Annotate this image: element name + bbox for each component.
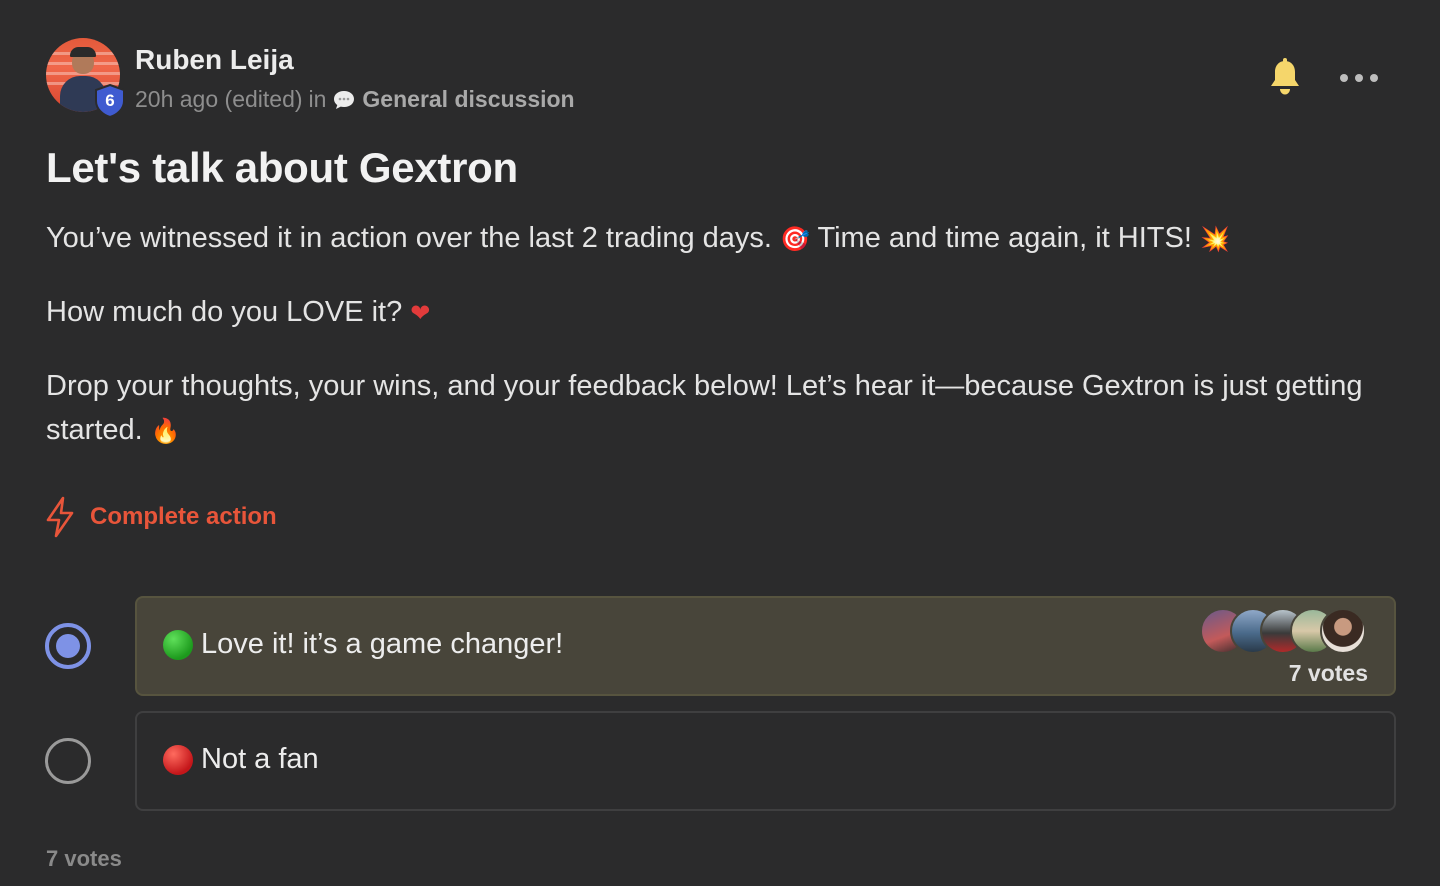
poll-radio-option-1[interactable] (45, 623, 91, 669)
post-time: 20h ago (edited) (135, 86, 303, 112)
poll-radio-option-2[interactable] (45, 738, 91, 784)
complete-action-label: Complete action (90, 503, 277, 530)
target-emoji-icon: 🎯 (780, 225, 810, 253)
voter-avatars[interactable] (1200, 608, 1370, 654)
poll-option-2[interactable]: Not a fan (135, 711, 1396, 811)
author-name[interactable]: Ruben Leija (135, 44, 294, 76)
lightning-bolt-icon (46, 496, 74, 538)
post-paragraph-1: You’ve witnessed it in action over the l… (46, 222, 1230, 254)
poll-option-1-votes: 7 votes (1288, 660, 1368, 686)
red-circle-icon (163, 744, 193, 775)
post-title: Let's talk about Gextron (46, 144, 518, 191)
author-avatar[interactable]: 6 (46, 38, 125, 118)
in-label: in (308, 86, 327, 112)
post-meta: 20h ago (edited) in General discussion (135, 86, 575, 113)
heart-emoji-icon: ❤ (410, 299, 431, 327)
more-options-icon[interactable] (1340, 66, 1378, 90)
poll-option-2-label: Not a fan (163, 743, 319, 776)
poll-option-1[interactable]: Love it! it’s a game changer! 7 votes (135, 596, 1396, 696)
bell-icon[interactable] (1268, 58, 1302, 98)
voter-avatar (1320, 608, 1366, 654)
level-badge: 6 (94, 84, 126, 118)
collision-emoji-icon: 💥 (1199, 225, 1230, 253)
fire-emoji-icon: 🔥 (150, 417, 181, 445)
level-badge-number: 6 (105, 91, 115, 110)
post-paragraph-2: How much do you LOVE it? ❤ (46, 296, 431, 328)
green-circle-icon (163, 629, 193, 660)
channel-link[interactable]: General discussion (332, 86, 575, 113)
complete-action-button[interactable]: Complete action (44, 496, 277, 538)
post-card: 6 Ruben Leija 20h ago (edited) in Genera… (0, 0, 1440, 886)
poll-total-votes: 7 votes (46, 846, 122, 871)
speech-bubble-icon (334, 90, 355, 109)
poll-option-1-label: Love it! it’s a game changer! (163, 628, 563, 661)
channel-name: General discussion (362, 86, 575, 112)
post-paragraph-3: Drop your thoughts, your wins, and your … (46, 370, 1363, 446)
